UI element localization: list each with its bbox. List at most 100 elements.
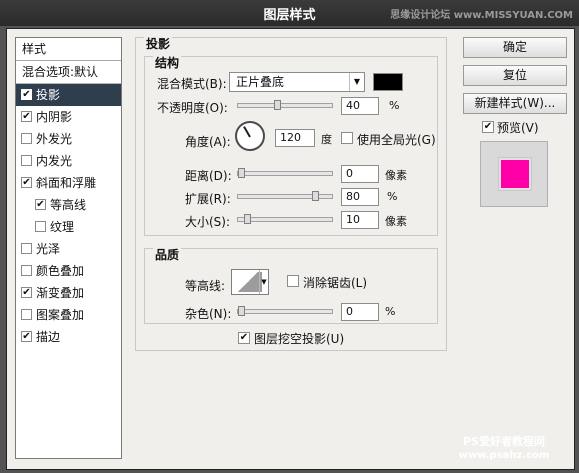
distance-label: 距离(D):: [185, 169, 232, 183]
knockout-label: 图层挖空投影(U): [254, 332, 345, 346]
effect-checkbox[interactable]: ✔: [21, 111, 32, 122]
noise-slider-thumb[interactable]: [238, 306, 245, 316]
effect-label: 内阴影: [36, 110, 73, 124]
quality-group: 品质 等高线: ▼ 消除锯齿(L) 杂色(N): 0 %: [144, 246, 438, 324]
knockout-checkbox[interactable]: ✔: [238, 332, 250, 344]
chevron-down-icon: ▼: [349, 73, 364, 91]
effect-label: 图案叠加: [36, 308, 85, 322]
opacity-label: 不透明度(O):: [157, 101, 228, 115]
spread-label: 扩展(R):: [185, 192, 231, 206]
global-light-label: 使用全局光(G): [357, 133, 436, 147]
bottom-watermark: PS爱好者教程网 www.psahz.com: [444, 435, 564, 463]
effect-checkbox[interactable]: [21, 133, 32, 144]
styles-list: 样式 混合选项:默认 ✔ 投影 ✔ 内阴影外发光内发光 ✔ 斜面和浮雕 ✔ 等高线纹理光泽颜色…: [15, 37, 122, 459]
size-slider[interactable]: [237, 214, 333, 224]
opacity-slider[interactable]: [237, 100, 333, 110]
dialog-content: 样式 混合选项:默认 ✔ 投影 ✔ 内阴影外发光内发光 ✔ 斜面和浮雕 ✔ 等高线纹理光泽颜色…: [6, 28, 575, 470]
effect-checkbox[interactable]: [21, 155, 32, 166]
opacity-slider-thumb[interactable]: [274, 100, 281, 110]
structure-group: 结构 混合模式(B): 正片叠底 ▼ 不透明度(O): 40 % 角度(A): …: [144, 54, 438, 236]
top-watermark: 思缘设计论坛 www.MISSYUAN.COM: [390, 10, 573, 21]
angle-input[interactable]: 120: [275, 129, 315, 147]
effect-label: 投影: [36, 88, 61, 102]
preview-swatch: [499, 158, 531, 190]
size-input[interactable]: 10: [341, 211, 379, 229]
effect-checkbox[interactable]: ✔: [21, 287, 32, 298]
effect-label: 渐变叠加: [36, 286, 85, 300]
effect-checkbox[interactable]: ✔: [21, 331, 32, 342]
chevron-down-icon: ▼: [259, 270, 268, 294]
anti-alias-label: 消除锯齿(L): [303, 276, 368, 290]
angle-label: 角度(A):: [185, 135, 231, 149]
distance-slider[interactable]: [237, 168, 333, 178]
blending-options-item[interactable]: 混合选项:默认: [16, 61, 121, 84]
effect-item[interactable]: ✔ 斜面和浮雕: [16, 172, 121, 194]
global-light-checkbox[interactable]: [341, 132, 353, 144]
angle-dial-needle: [243, 126, 251, 138]
effects-list: ✔ 投影 ✔ 内阴影外发光内发光 ✔ 斜面和浮雕 ✔ 等高线纹理光泽颜色叠加 ✔ 渐变叠加图案叠加…: [16, 84, 121, 348]
dialog-titlebar: 图层样式 思缘设计论坛 www.MISSYUAN.COM: [0, 0, 579, 26]
effect-item[interactable]: 外发光: [16, 128, 121, 150]
noise-slider[interactable]: [237, 306, 333, 316]
ok-button[interactable]: 确定: [463, 37, 567, 58]
effect-checkbox[interactable]: [21, 243, 32, 254]
blend-mode-select[interactable]: 正片叠底 ▼: [229, 72, 365, 92]
drop-shadow-group: 投影 结构 混合模式(B): 正片叠底 ▼ 不透明度(O): 40 % 角度(A…: [135, 35, 447, 351]
effect-checkbox[interactable]: [21, 309, 32, 320]
effect-label: 内发光: [36, 154, 73, 168]
dialog-title: 图层样式: [263, 7, 316, 23]
preview-checkbox[interactable]: ✔: [482, 121, 494, 133]
effect-label: 等高线: [50, 198, 87, 212]
effect-label: 描边: [36, 330, 61, 344]
effect-checkbox[interactable]: ✔: [35, 199, 46, 210]
contour-curve-icon: [234, 272, 262, 292]
effect-item[interactable]: ✔ 等高线: [16, 194, 121, 216]
spread-slider-thumb[interactable]: [312, 191, 319, 201]
angle-unit: 度: [321, 133, 332, 146]
size-slider-thumb[interactable]: [244, 214, 251, 224]
distance-slider-thumb[interactable]: [238, 168, 245, 178]
layer-style-dialog: 图层样式 思缘设计论坛 www.MISSYUAN.COM 样式 混合选项:默认 …: [0, 0, 579, 473]
effect-item[interactable]: ✔ 渐变叠加: [16, 282, 121, 304]
effect-item[interactable]: ✔ 投影: [16, 84, 121, 106]
effect-label: 斜面和浮雕: [36, 176, 97, 190]
angle-dial[interactable]: [235, 121, 265, 151]
effect-item[interactable]: 图案叠加: [16, 304, 121, 326]
effect-label: 外发光: [36, 132, 73, 146]
watermark-line-2: www.psahz.com: [458, 450, 550, 461]
blend-mode-label: 混合模式(B):: [157, 77, 227, 91]
blend-mode-value: 正片叠底: [236, 75, 285, 89]
effect-item[interactable]: 光泽: [16, 238, 121, 260]
noise-input[interactable]: 0: [341, 303, 379, 321]
shadow-color-swatch[interactable]: [373, 73, 403, 91]
effect-checkbox[interactable]: [21, 265, 32, 276]
spread-slider[interactable]: [237, 191, 333, 201]
size-unit: 像素: [385, 215, 407, 228]
effect-item[interactable]: ✔ 描边: [16, 326, 121, 348]
effect-label: 颜色叠加: [36, 264, 85, 278]
contour-picker[interactable]: ▼: [231, 269, 269, 295]
effect-item[interactable]: 颜色叠加: [16, 260, 121, 282]
distance-input[interactable]: 0: [341, 165, 379, 183]
effect-checkbox[interactable]: ✔: [21, 177, 32, 188]
distance-unit: 像素: [385, 169, 407, 182]
quality-title: 品质: [153, 246, 182, 263]
styles-list-title[interactable]: 样式: [16, 38, 121, 61]
effect-checkbox[interactable]: ✔: [21, 89, 32, 100]
drop-shadow-title: 投影: [144, 35, 173, 52]
spread-input[interactable]: 80: [341, 188, 379, 206]
contour-label: 等高线:: [185, 279, 226, 293]
opacity-unit: %: [389, 99, 400, 112]
opacity-input[interactable]: 40: [341, 97, 379, 115]
anti-alias-checkbox[interactable]: [287, 275, 299, 287]
effect-item[interactable]: 纹理: [16, 216, 121, 238]
effect-item[interactable]: ✔ 内阴影: [16, 106, 121, 128]
effect-checkbox[interactable]: [35, 221, 46, 232]
effect-item[interactable]: 内发光: [16, 150, 121, 172]
effect-label: 光泽: [36, 242, 61, 256]
new-style-button[interactable]: 新建样式(W)...: [463, 93, 567, 114]
watermark-line-1: PS爱好者教程网: [463, 435, 545, 448]
effect-label: 纹理: [50, 220, 75, 234]
size-label: 大小(S):: [185, 215, 231, 229]
reset-button[interactable]: 复位: [463, 65, 567, 86]
